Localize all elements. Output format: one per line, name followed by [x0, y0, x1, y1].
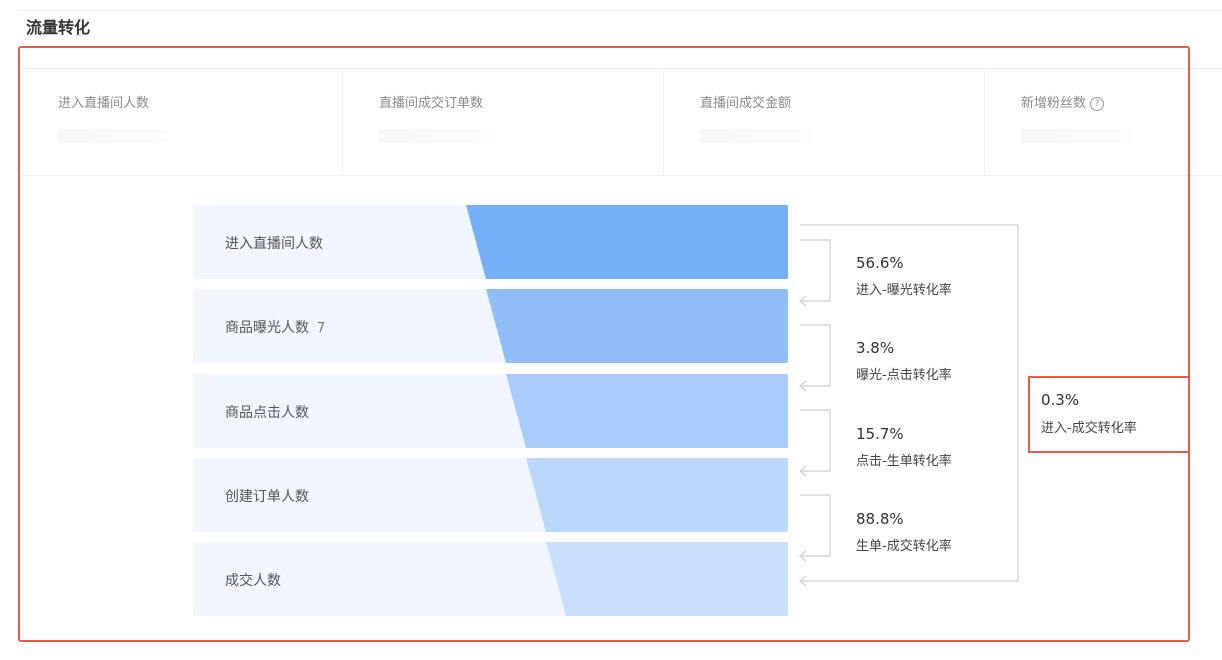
top-divider	[18, 10, 1222, 11]
section-title: 流量转化	[26, 18, 91, 37]
highlight-frame	[18, 46, 1190, 642]
